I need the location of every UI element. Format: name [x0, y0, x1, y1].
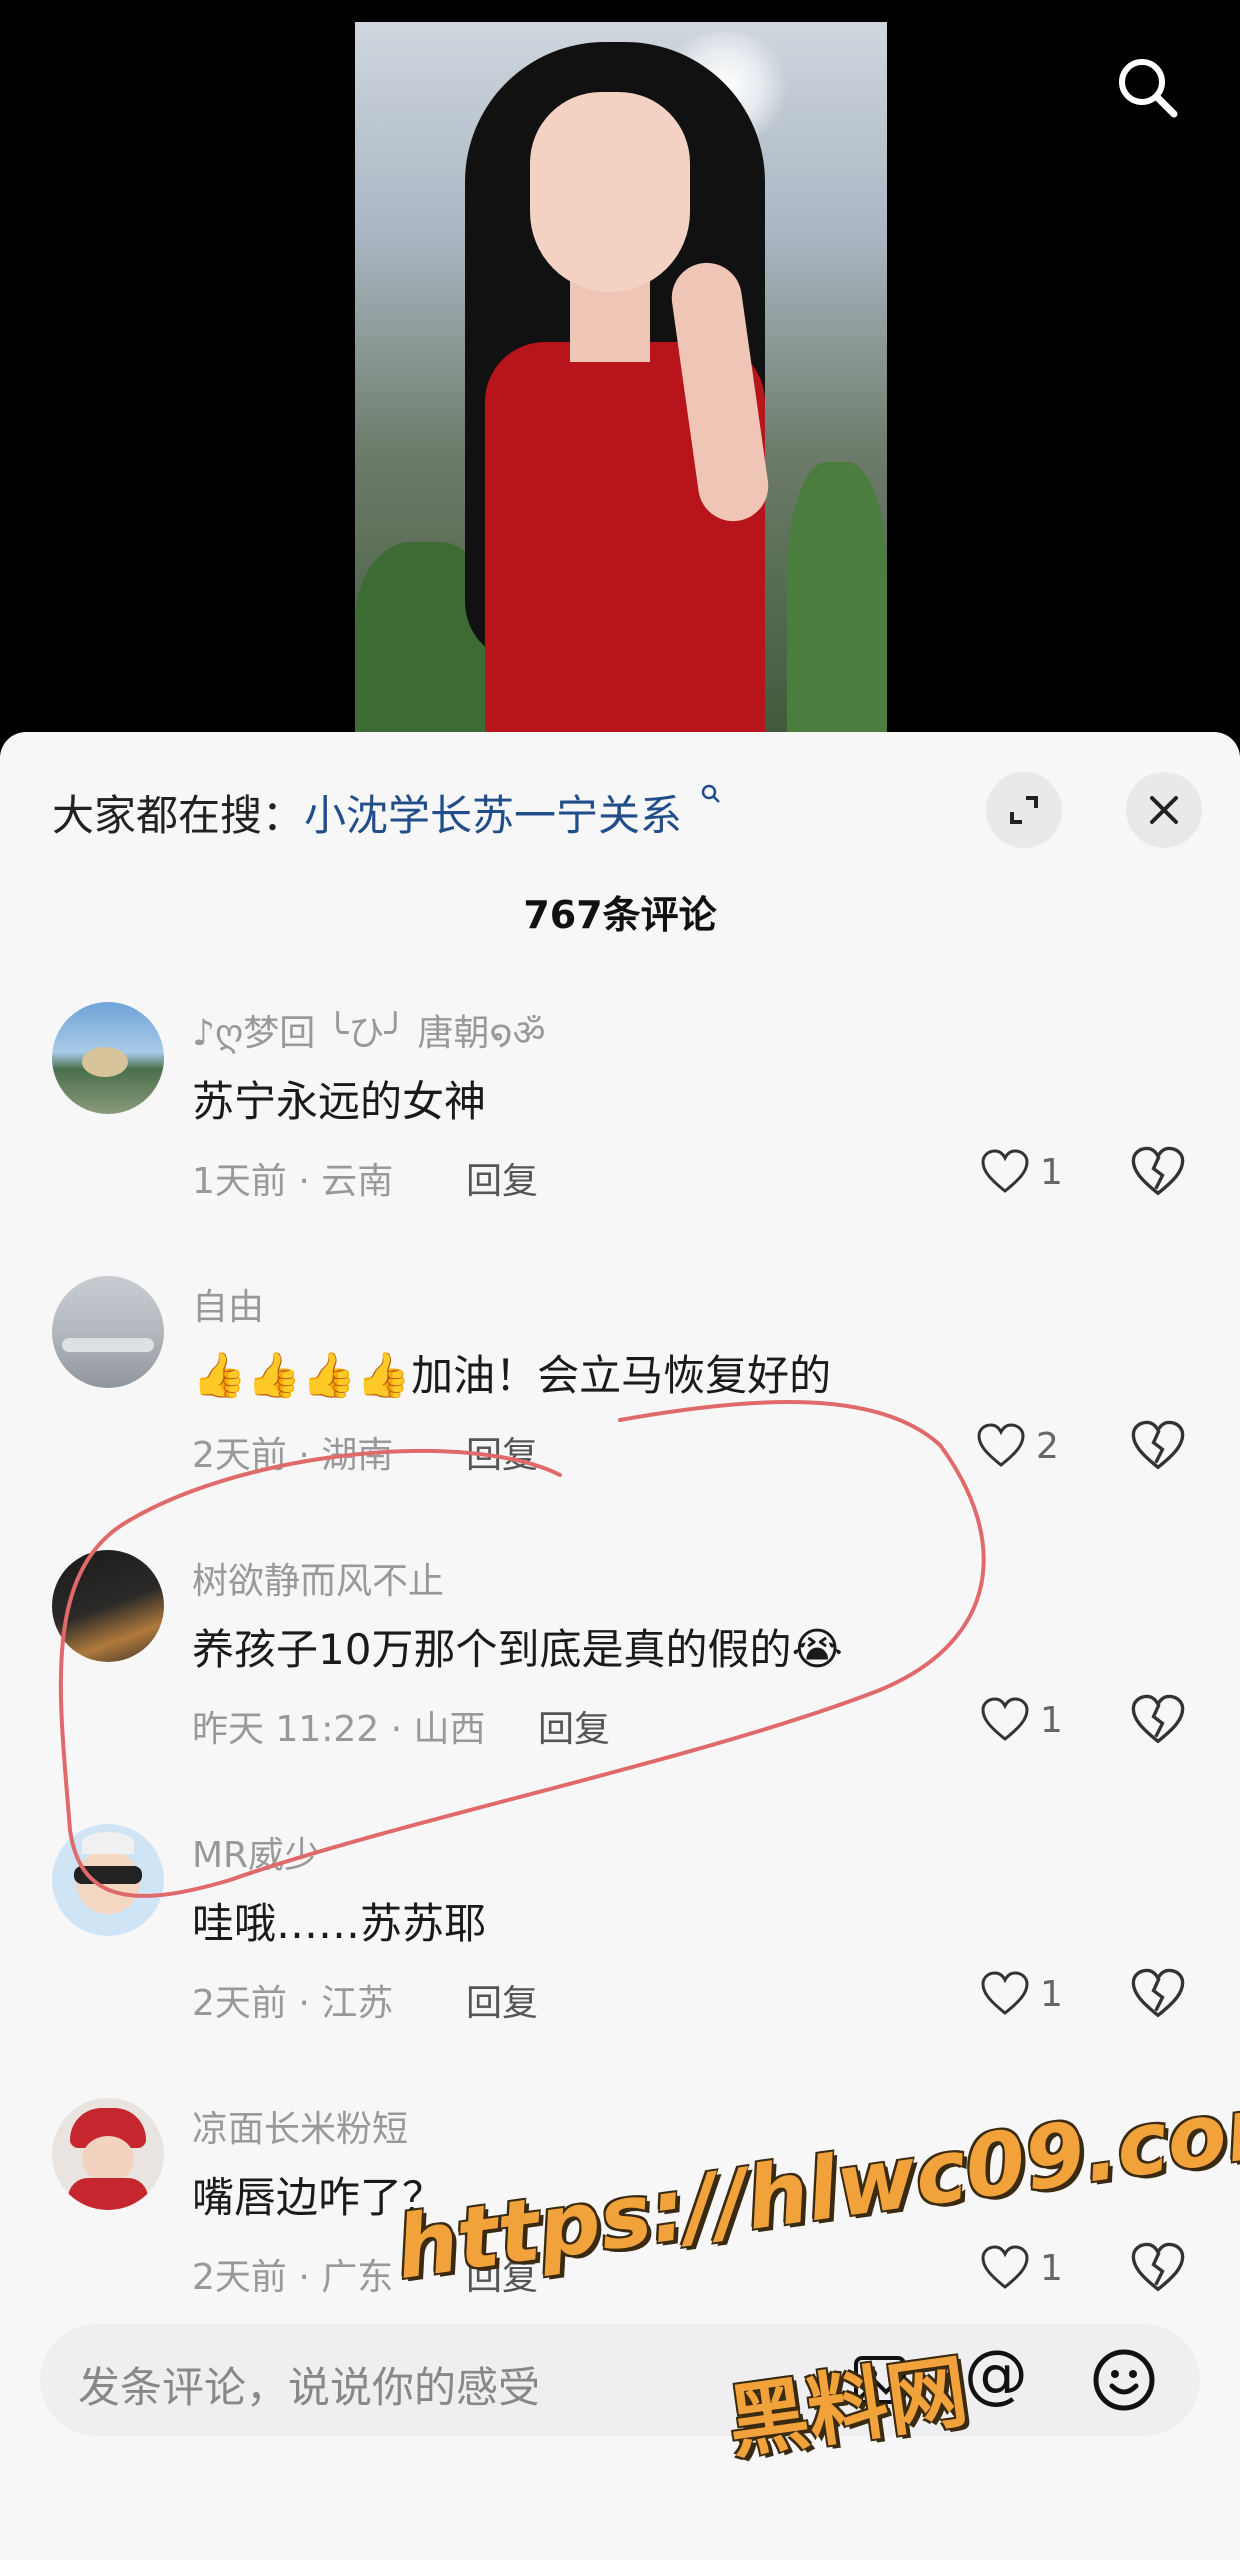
person-face [530, 92, 690, 292]
comment-meta: 2天前 · 湖南 [192, 1435, 394, 1476]
reply-button[interactable]: 回复 [538, 1700, 610, 1752]
comment-item: 树欲静而风不止 养孩子10万那个到底是真的假的😭 昨天 11:22 · 山西 回… [0, 1550, 1240, 1824]
expand-icon [1010, 796, 1038, 824]
crying-emoji: 😭 [791, 1624, 843, 1675]
comment-item: MR威少 哇哦……苏苏耶 2天前 · 江苏 回复 1 [0, 1824, 1240, 2098]
comment-username[interactable]: MR威少 [192, 1826, 320, 1878]
broken-heart-icon[interactable] [1130, 2240, 1186, 2296]
like-button[interactable]: 1 [980, 2238, 1063, 2298]
background-plants-right [787, 462, 887, 740]
like-count: 2 [1036, 1425, 1059, 1467]
comment-meta: 昨天 11:22 · 山西 [192, 1709, 486, 1750]
hot-search-prefix: 大家都在搜： [52, 791, 305, 840]
reply-button[interactable]: 回复 [466, 1152, 538, 1204]
video-player[interactable] [0, 0, 1240, 740]
like-count: 1 [1040, 1699, 1063, 1741]
avatar[interactable] [52, 1276, 164, 1388]
comment-username[interactable]: 自由 [192, 1278, 264, 1330]
like-button[interactable]: 1 [980, 1142, 1063, 1202]
comment-item: 自由 👍👍👍👍加油！会立马恢复好的 2天前 · 湖南 回复 2 [0, 1276, 1240, 1550]
like-count: 1 [1040, 1973, 1063, 2015]
comment-text: 养孩子10万那个到底是真的假的😭 [192, 1616, 843, 1677]
close-button[interactable] [1126, 772, 1202, 848]
reply-button[interactable]: 回复 [466, 1974, 538, 2026]
like-button[interactable]: 2 [976, 1416, 1059, 1476]
comment-text-body: 养孩子10万那个到底是真的假的 [192, 1625, 792, 1674]
like-button[interactable]: 1 [980, 1964, 1063, 2024]
like-count: 1 [1040, 1151, 1063, 1193]
comment-text: 哇哦……苏苏耶 [192, 1899, 487, 1948]
like-count: 1 [1040, 2247, 1063, 2289]
hot-search-bar[interactable]: 大家都在搜：小沈学长苏一宁关系 [52, 782, 723, 843]
search-icon[interactable] [1112, 52, 1182, 122]
comment-meta: 2天前 · 广东 [192, 2257, 394, 2298]
heart-icon [981, 1697, 1029, 1741]
avatar[interactable] [52, 1824, 164, 1936]
comment-username[interactable]: 树欲静而风不止 [192, 1552, 444, 1604]
close-icon [1150, 796, 1178, 824]
avatar[interactable] [52, 2098, 164, 2210]
comment-text-body: 加油！会立马恢复好的 [411, 1351, 832, 1400]
comment-text: 苏宁永远的女神 [192, 1077, 487, 1126]
video-frame[interactable] [355, 22, 887, 740]
avatar[interactable] [52, 1550, 164, 1662]
heart-icon [977, 1423, 1025, 1467]
like-button[interactable]: 1 [980, 1690, 1063, 1750]
mini-search-icon [702, 784, 721, 803]
hot-search-query[interactable]: 小沈学长苏一宁关系 [304, 791, 682, 840]
comment-meta: 2天前 · 江苏 [192, 1983, 394, 2024]
at-mention-icon[interactable]: @ [964, 2338, 1028, 2412]
comment-item: ♪ღ梦回 ╰ひ╯ 唐朝໑ॐ 苏宁永远的女神 1天前 · 云南 回复 1 [0, 1002, 1240, 1276]
broken-heart-icon[interactable] [1130, 1692, 1186, 1748]
comment-input-bar[interactable]: 发条评论，说说你的感受 @ [40, 2324, 1200, 2436]
heart-icon [981, 1971, 1029, 2015]
heart-icon [981, 1149, 1029, 1193]
expand-button[interactable] [986, 772, 1062, 848]
comments-sheet: 大家都在搜：小沈学长苏一宁关系 767条评论 ♪ღ梦回 ╰ひ╯ 唐朝໑ॐ 苏宁永… [0, 732, 1240, 2560]
emoji-icon[interactable] [1092, 2348, 1156, 2412]
comment-input-placeholder[interactable]: 发条评论，说说你的感受 [78, 2354, 540, 2415]
broken-heart-icon[interactable] [1130, 1966, 1186, 2022]
comment-username[interactable]: ♪ღ梦回 ╰ひ╯ 唐朝໑ॐ [192, 1004, 545, 1056]
comment-text: 👍👍👍👍加油！会立马恢复好的 [192, 1342, 831, 1403]
avatar[interactable] [52, 1002, 164, 1114]
reply-button[interactable]: 回复 [466, 1426, 538, 1478]
thumbs-up-emojis: 👍👍👍👍 [192, 1350, 412, 1401]
broken-heart-icon[interactable] [1130, 1144, 1186, 1200]
broken-heart-icon[interactable] [1130, 1418, 1186, 1474]
heart-icon [981, 2245, 1029, 2289]
comment-count: 767条评论 [523, 893, 717, 937]
comment-username[interactable]: 凉面长米粉短 [192, 2100, 408, 2152]
comment-meta: 1天前 · 云南 [192, 1161, 394, 1202]
